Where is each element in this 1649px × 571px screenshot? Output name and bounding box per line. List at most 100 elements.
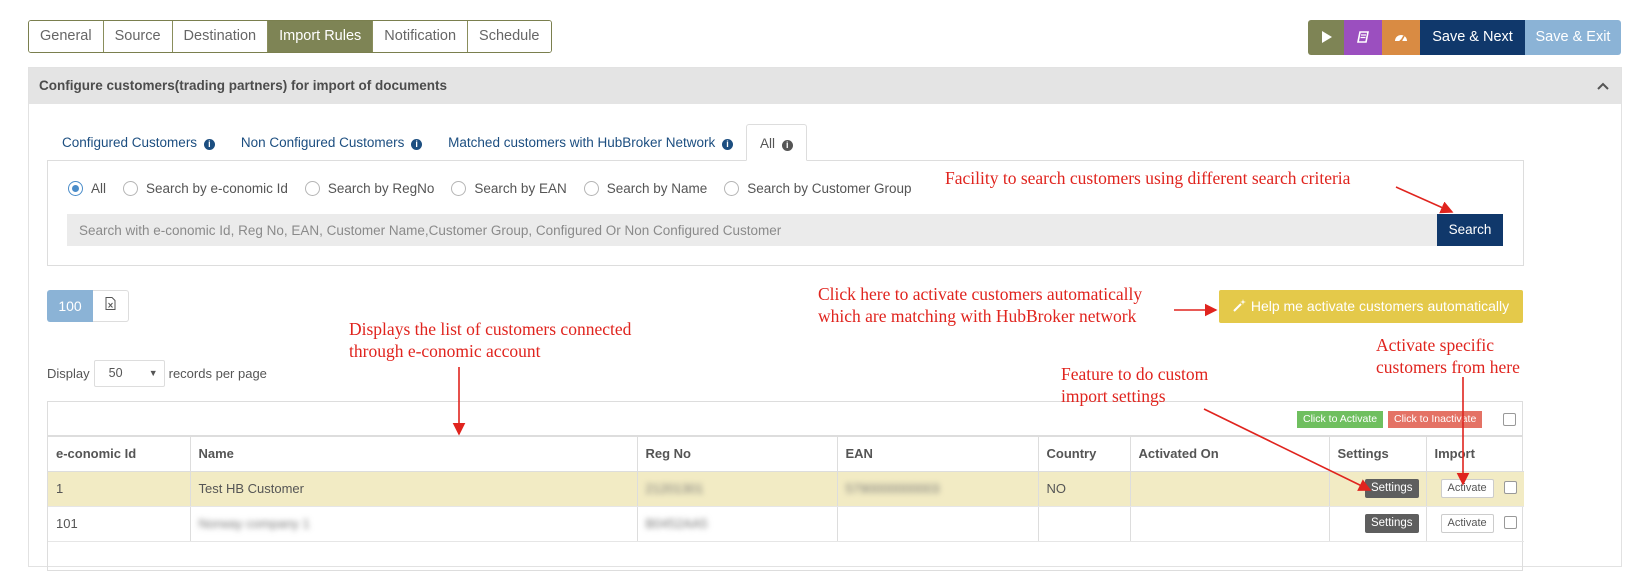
records-per-page-select[interactable]: 50 ▼ — [93, 360, 165, 387]
cell-activated-on — [1130, 471, 1330, 507]
radio-circle[interactable] — [583, 181, 599, 196]
radio-circle[interactable] — [123, 181, 139, 196]
save-exit-button[interactable]: Save & Exit — [1525, 20, 1621, 55]
logs-button[interactable] — [1344, 20, 1382, 55]
cell-regno: B0452AA5 — [637, 506, 838, 542]
run-button[interactable] — [1308, 20, 1344, 55]
activate-all-button[interactable]: Click to Activate — [1297, 411, 1384, 428]
cell-country: NO — [1038, 471, 1131, 507]
cell-regno: 21201301 — [637, 471, 838, 507]
cell-import: Activate — [1426, 506, 1524, 542]
panel-header[interactable]: Configure customers(trading partners) fo… — [29, 68, 1621, 104]
inactivate-all-button[interactable]: Click to Inactivate — [1388, 411, 1483, 428]
select-all-checkbox[interactable] — [1503, 413, 1516, 426]
col-country[interactable]: Country — [1038, 437, 1131, 472]
tab-all[interactable]: All i — [746, 124, 807, 161]
play-icon — [1321, 31, 1332, 44]
table-toolbar: Click to Activate Click to Inactivate — [48, 402, 1522, 437]
radio-circle[interactable] — [68, 181, 83, 196]
row-checkbox[interactable] — [1503, 481, 1517, 495]
radio-circle[interactable] — [724, 181, 740, 196]
search-options: All Search by e-conomic Id Search by Reg… — [68, 181, 929, 196]
cell-name: Norway company 1 — [190, 506, 638, 542]
info-icon: i — [722, 139, 734, 150]
save-next-button[interactable]: Save & Next — [1420, 20, 1525, 55]
tab-configured-customers[interactable]: Configured Customers i — [49, 124, 228, 161]
display-label: Display — [47, 366, 90, 381]
col-ean[interactable]: EAN — [837, 437, 1039, 472]
page-buttons: 100 — [47, 290, 129, 322]
cell-activated-on — [1130, 506, 1330, 542]
radio-ean[interactable]: Search by EAN — [451, 181, 567, 196]
table-row[interactable]: 1 Test HB Customer 21201301 579000000000… — [48, 471, 1524, 507]
annotation-list-line1: Displays the list of customers connected — [349, 319, 632, 339]
search-input[interactable] — [67, 214, 1438, 246]
annotation-activate-line2: customers from here — [1376, 357, 1520, 377]
table-header-row: e-conomic Id Name Reg No EAN Country Act… — [48, 437, 1524, 472]
top-actions: Save & Next Save & Exit — [1308, 20, 1621, 55]
dashboard-icon — [1395, 35, 1407, 43]
export-excel-button[interactable] — [93, 290, 129, 322]
magic-wand-icon — [1233, 299, 1246, 312]
radio-circle[interactable] — [304, 181, 320, 196]
col-import: Import — [1426, 437, 1524, 472]
annotation-settings-line1: Feature to do custom — [1061, 364, 1209, 384]
activate-button[interactable]: Activate — [1440, 479, 1494, 498]
tab-destination[interactable]: Destination — [172, 21, 269, 52]
customers-table: e-conomic Id Name Reg No EAN Country Act… — [48, 437, 1524, 542]
col-economic-id[interactable]: e-conomic Id — [48, 437, 191, 472]
col-activated-on[interactable]: Activated On — [1130, 437, 1330, 472]
customers-table-container: Click to Activate Click to Inactivate e-… — [47, 401, 1524, 571]
records-label: records per page — [168, 366, 267, 381]
customer-tabs: Configured Customers i Non Configured Cu… — [49, 124, 807, 161]
info-icon: i — [411, 139, 423, 150]
annotation-auto-activate-line2: which are matching with HubBroker networ… — [818, 306, 1137, 326]
cell-import: Activate — [1426, 471, 1524, 507]
col-settings: Settings — [1329, 437, 1427, 472]
activate-button[interactable]: Activate — [1440, 514, 1494, 533]
radio-economic-id[interactable]: Search by e-conomic Id — [123, 181, 288, 196]
display-row: Display 50 ▼ records per page — [47, 360, 267, 387]
help-activate-automatically-button[interactable]: Help me activate customers automatically — [1219, 290, 1523, 323]
col-reg-no[interactable]: Reg No — [637, 437, 838, 472]
radio-name[interactable]: Search by Name — [583, 181, 707, 196]
tab-import-rules[interactable]: Import Rules — [268, 21, 374, 52]
help-button-label: Help me activate customers automatically — [1250, 298, 1510, 314]
radio-regno[interactable]: Search by RegNo — [304, 181, 434, 196]
cell-settings: Settings — [1329, 471, 1427, 507]
table-row[interactable]: 101 Norway company 1 B0452AA5 Settings A… — [48, 506, 1524, 542]
tab-source[interactable]: Source — [103, 21, 173, 52]
tab-matched-customers[interactable]: Matched customers with HubBroker Network… — [435, 124, 746, 161]
cell-name: Test HB Customer — [190, 471, 638, 507]
search-button[interactable]: Search — [1437, 214, 1503, 246]
tab-non-configured-customers[interactable]: Non Configured Customers i — [228, 124, 435, 161]
annotation-search: Facility to search customers using diffe… — [945, 168, 1351, 188]
info-icon: i — [203, 139, 215, 150]
tab-notification[interactable]: Notification — [373, 21, 469, 52]
cell-id: 1 — [48, 471, 191, 507]
annotation-activate-line1: Activate specific — [1376, 335, 1495, 355]
annotation-list-line2: through e-conomic account — [349, 341, 541, 361]
cell-settings: Settings — [1329, 506, 1427, 542]
annotation-settings-line2: import settings — [1061, 386, 1166, 406]
col-name[interactable]: Name — [190, 437, 638, 472]
excel-file-icon — [105, 297, 116, 310]
radio-customer-group[interactable]: Search by Customer Group — [724, 181, 912, 196]
cell-ean: 5790000000003 — [837, 471, 1039, 507]
radio-all[interactable]: All — [68, 181, 106, 196]
settings-button[interactable]: Settings — [1364, 514, 1419, 533]
annotation-auto-activate-line1: Click here to activate customers automat… — [818, 284, 1143, 304]
row-checkbox[interactable] — [1503, 516, 1517, 530]
page-size-100-button[interactable]: 100 — [47, 290, 93, 322]
dashboard-button[interactable] — [1382, 20, 1420, 55]
chevron-up-icon[interactable] — [1597, 68, 1609, 118]
tab-schedule[interactable]: Schedule — [468, 21, 551, 52]
panel-title: Configure customers(trading partners) fo… — [39, 78, 448, 93]
settings-button[interactable]: Settings — [1364, 479, 1419, 498]
caret-down-icon: ▼ — [148, 368, 158, 378]
tab-general[interactable]: General — [29, 21, 104, 52]
cell-country — [1038, 506, 1131, 542]
cell-ean — [837, 506, 1039, 542]
wizard-tabs: General Source Destination Import Rules … — [28, 20, 552, 53]
radio-circle[interactable] — [451, 181, 467, 196]
